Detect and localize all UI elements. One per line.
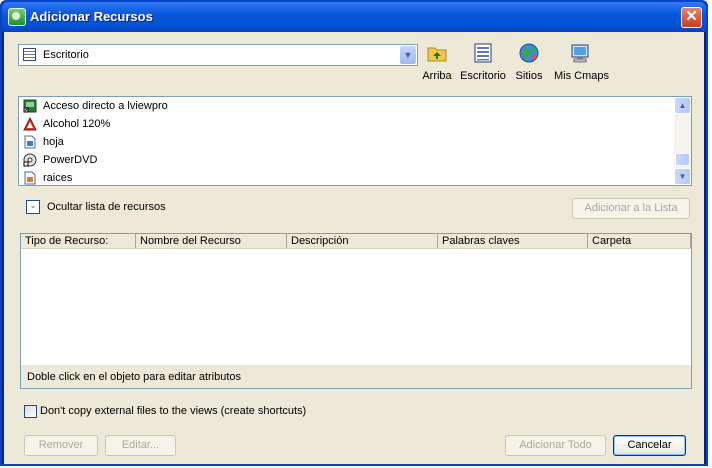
desktop-button[interactable]: Escritorio (460, 42, 506, 88)
resource-name: hoja (43, 136, 64, 148)
copy-option-label: Don't copy external files to the views (… (40, 405, 307, 417)
resource-name: Alcohol 120% (43, 118, 111, 130)
column-header[interactable]: Palabras claves (438, 234, 588, 248)
my-cmaps-label: Mis Cmaps (554, 70, 610, 82)
window-title: Adicionar Recursos (30, 9, 153, 24)
resource-name: Acceso directo a lviewpro (43, 100, 168, 112)
column-header[interactable]: Nombre del Recurso (136, 234, 287, 248)
column-header[interactable]: Descripción (287, 234, 438, 248)
location-dropdown[interactable]: Escritorio ▼ (18, 44, 418, 66)
computer-icon (571, 44, 589, 63)
collapse-icon[interactable]: - (26, 200, 40, 214)
document-image-icon (24, 171, 36, 185)
desktop-label: Escritorio (460, 70, 506, 82)
up-label: Arriba (422, 70, 452, 82)
vertical-scrollbar[interactable]: ▲ ▼ (674, 97, 691, 185)
desktop-icon (23, 48, 36, 61)
shortcut-app-icon (23, 99, 37, 113)
scroll-up-icon[interactable]: ▲ (674, 97, 691, 114)
scroll-down-icon[interactable]: ▼ (674, 168, 691, 185)
dialog-window: Adicionar Recursos ✕ Escritorio ▼ Arriba (0, 0, 708, 466)
resource-name: raices (43, 172, 73, 184)
table-hint: Doble click en el objeto para editar atr… (20, 365, 692, 389)
hide-list-label: Ocultar lista de recursos (47, 201, 166, 213)
location-selected: Escritorio (43, 49, 89, 61)
scroll-thumb[interactable] (675, 153, 690, 166)
up-button[interactable]: Arriba (422, 42, 452, 88)
close-button[interactable]: ✕ (681, 7, 702, 28)
alcohol-icon (23, 117, 37, 131)
chevron-down-icon[interactable]: ▼ (400, 46, 416, 64)
copy-checkbox[interactable] (24, 405, 37, 418)
powerdvd-icon (23, 153, 37, 167)
globe-icon (519, 43, 539, 63)
document-icon (24, 135, 36, 149)
app-icon (8, 8, 26, 26)
folder-up-icon (427, 47, 447, 62)
sites-label: Sitios (515, 70, 543, 82)
dialog-body: Escritorio ▼ Arriba Escritorio Sitios Mi… (4, 32, 704, 464)
add-to-list-button[interactable]: Adicionar a la Lista (572, 198, 690, 219)
sites-button[interactable]: Sitios (514, 42, 544, 88)
resource-list[interactable]: Acceso directo a lviewpro Alcohol 120% h… (18, 96, 692, 186)
add-all-button[interactable]: Adicionar Todo (505, 435, 606, 456)
my-cmaps-button[interactable]: Mis Cmaps (554, 42, 610, 88)
column-header[interactable]: Tipo de Recurso: (21, 234, 136, 248)
desktop-icon (474, 43, 492, 63)
column-header[interactable]: Carpeta (588, 234, 691, 248)
remove-button[interactable]: Remover (24, 435, 98, 456)
resource-name: PowerDVD (43, 154, 98, 166)
cancel-button[interactable]: Cancelar (613, 435, 686, 456)
title-bar[interactable]: Adicionar Recursos ✕ (2, 2, 706, 32)
table-header: Tipo de Recurso: Nombre del Recurso Desc… (21, 234, 691, 249)
table-hint-text: Doble click en el objeto para editar atr… (27, 371, 242, 383)
edit-button[interactable]: Editar... (105, 435, 176, 456)
